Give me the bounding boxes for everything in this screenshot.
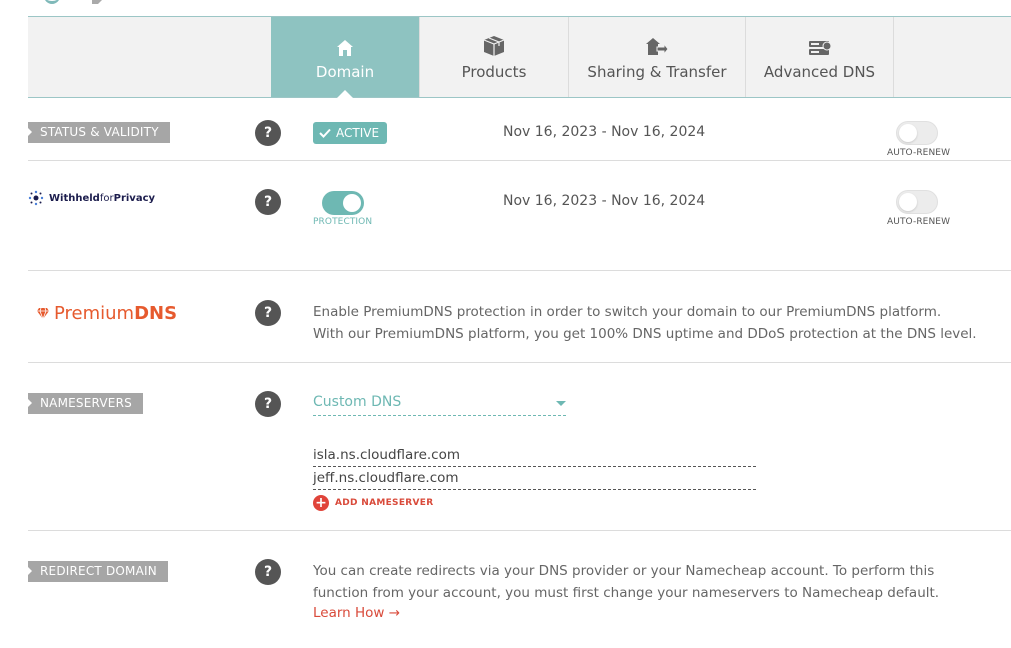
tab-sharing-transfer[interactable]: Sharing & Transfer [568,17,745,97]
box-icon [483,36,505,56]
wfp-brand-bold: Withheld [49,192,100,204]
tab-divider [893,17,894,97]
tab-advanced-dns[interactable]: Advanced DNS [745,17,893,97]
add-nameserver-label: ADD NAMESERVER [335,498,434,508]
plus-icon: + [313,495,329,511]
redirect-domain-label: REDIRECT DOMAIN [28,561,168,582]
redirect-line-2: function from your account, you must fir… [313,585,940,601]
premiumdns-brand-bold: DNS [134,303,178,324]
tab-sharing-transfer-label: Sharing & Transfer [587,63,727,81]
tab-domain[interactable]: Domain [271,17,419,98]
toggle-knob [899,124,917,142]
nameservers-label: NAMESERVERS [28,393,143,414]
redirect-description: You can create redirects via your DNS pr… [313,560,939,604]
status-badge: ACTIVE [313,122,388,144]
checkmark-icon [319,128,331,138]
tab-products[interactable]: Products [419,17,568,97]
privacy-autorenew-toggle[interactable] [896,190,938,214]
privacy-dates: Nov 16, 2023 - Nov 16, 2024 [503,193,706,209]
privacy-dots-icon [28,190,44,206]
tab-products-label: Products [461,63,527,81]
privacy-protection-toggle[interactable] [322,191,364,215]
premiumdns-brand-thin: Premium [54,303,135,324]
chevron-down-icon [556,401,566,406]
privacy-protection-label: PROTECTION [313,217,373,227]
premiumdns-logo: Premium DNS [36,303,177,324]
domain-details-page: Domain Products Sharing & Transfer Advan… [0,0,1011,648]
redirect-line-1: You can create redirects via your DNS pr… [313,563,935,579]
withheld-for-privacy-logo: Withheld for Privacy [28,190,155,206]
premiumdns-line-1: Enable PremiumDNS protection in order to… [313,304,942,320]
premiumdns-line-2: With our PremiumDNS platform, you get 10… [313,326,977,342]
nameserver-field-1[interactable]: isla.ns.cloudflare.com [313,447,756,467]
status-dates: Nov 16, 2023 - Nov 16, 2024 [503,124,706,140]
nameserver-type-select[interactable]: Custom DNS [313,394,566,416]
toggle-knob [343,194,361,212]
tab-domain-label: Domain [315,63,375,81]
privacy-help-icon[interactable]: ? [255,189,281,215]
nameserver-field-2[interactable]: jeff.ns.cloudflare.com [313,470,756,490]
add-nameserver-button[interactable]: + ADD NAMESERVER [313,495,433,511]
premiumdns-description: Enable PremiumDNS protection in order to… [313,301,977,345]
tag-icon[interactable] [90,0,104,6]
privacy-autorenew-label: AUTO-RENEW [887,217,951,227]
row-divider [28,160,1011,161]
redirect-help-icon[interactable]: ? [255,559,281,585]
nameserver-type-value: Custom DNS [313,394,402,410]
status-badge-text: ACTIVE [336,126,380,140]
domain-autorenew-toggle[interactable] [896,121,938,145]
tab-advanced-dns-label: Advanced DNS [763,63,876,81]
transfer-icon [646,38,669,56]
home-icon [337,40,353,56]
row-divider [28,362,1011,363]
server-icon [808,41,831,55]
wfp-brand-end: Privacy [113,192,156,204]
toggle-knob [899,193,917,211]
learn-how-link[interactable]: Learn How → [313,605,400,621]
row-divider [28,270,1011,271]
status-help-icon[interactable]: ? [255,120,281,146]
refresh-icon[interactable] [44,0,60,4]
gem-icon [37,307,49,320]
domain-tab-bar: Domain Products Sharing & Transfer Advan… [28,16,1011,98]
status-validity-label: STATUS & VALIDITY [28,122,170,143]
premiumdns-help-icon[interactable]: ? [255,300,281,326]
domain-autorenew-label: AUTO-RENEW [887,148,951,158]
nameservers-help-icon[interactable]: ? [255,391,281,417]
row-divider [28,530,1011,531]
wfp-brand-thin: for [99,192,114,204]
